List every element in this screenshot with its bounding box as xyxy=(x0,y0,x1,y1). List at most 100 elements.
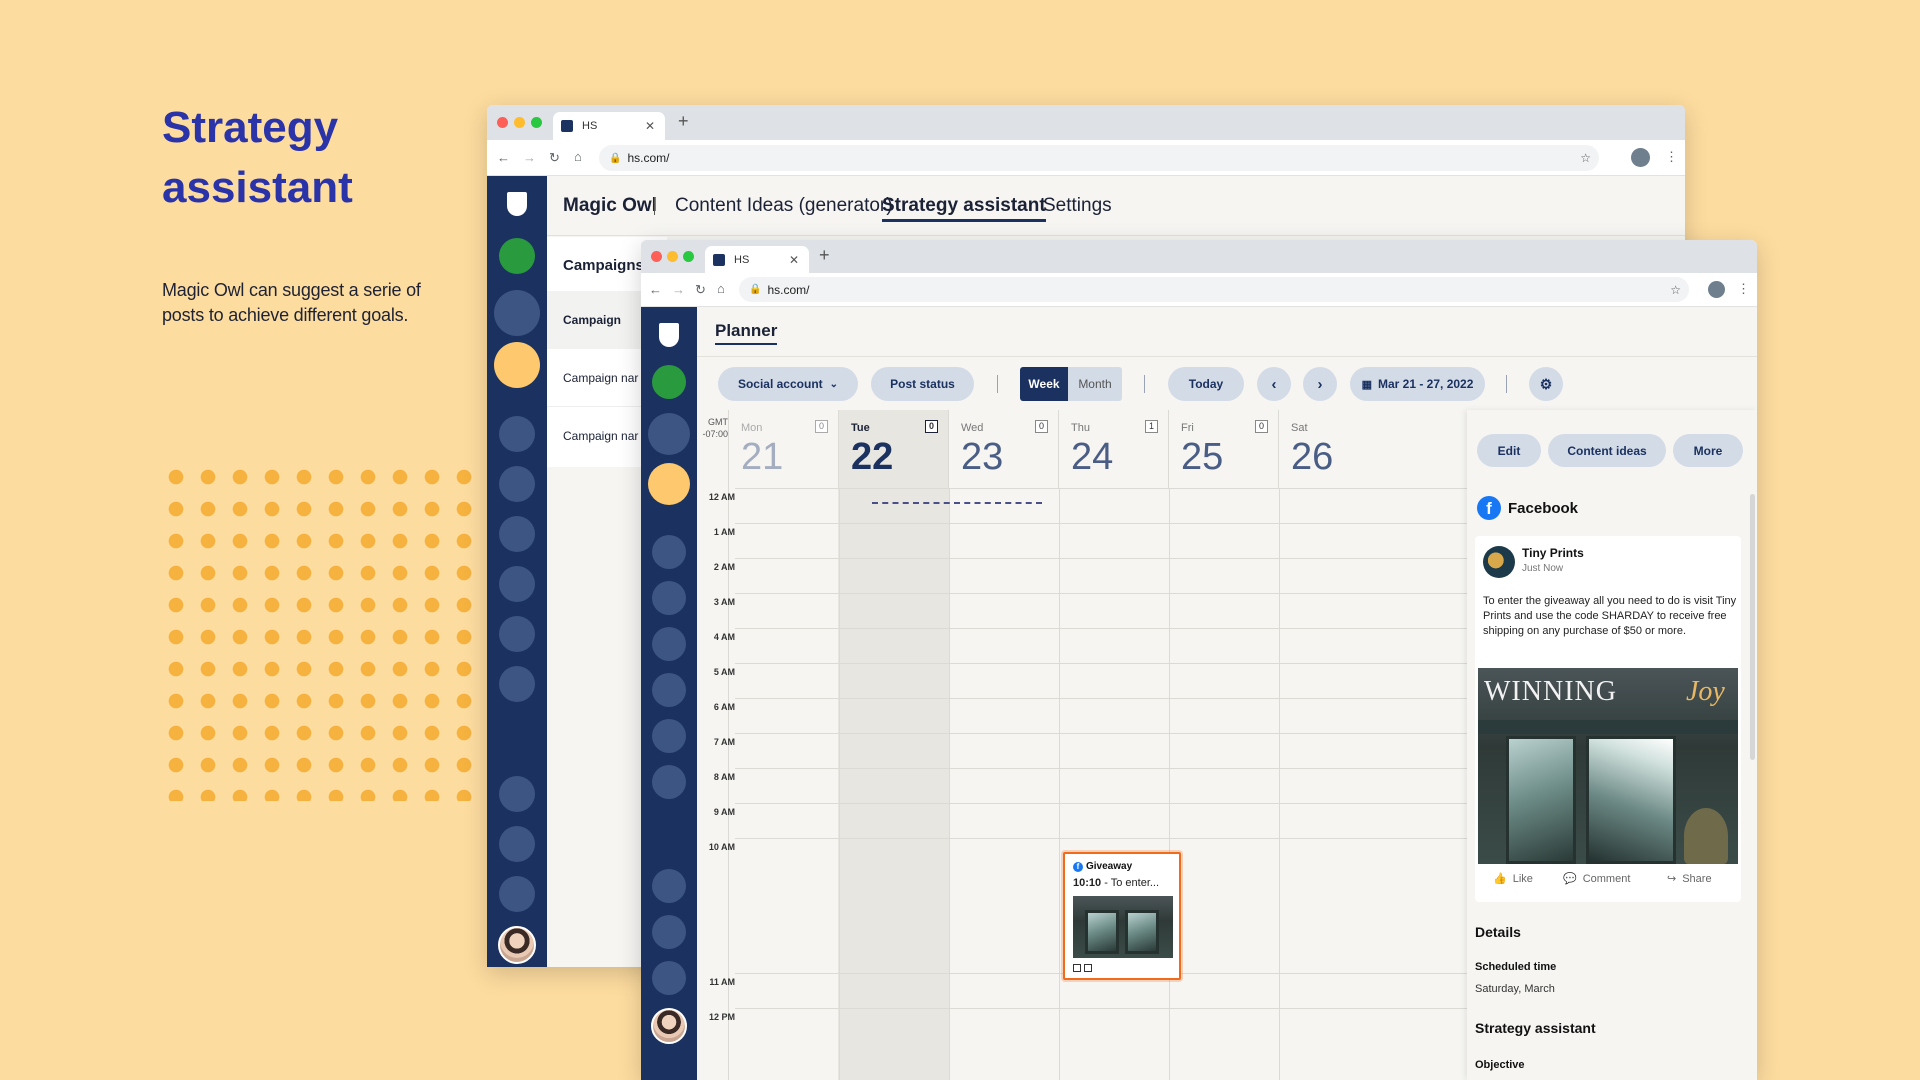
sidebar-nav-green[interactable] xyxy=(499,238,535,274)
close-dot[interactable] xyxy=(497,117,508,128)
front-tab[interactable]: HS ✕ xyxy=(705,246,809,273)
decorative-dot-grid xyxy=(160,461,480,801)
view-month-button[interactable]: Month xyxy=(1068,367,1122,401)
previous-week-button[interactable]: ‹ xyxy=(1257,367,1291,401)
sidebar-nav-yellow[interactable] xyxy=(494,342,540,388)
user-avatar[interactable] xyxy=(651,1008,687,1044)
sidebar-nav-item[interactable] xyxy=(499,566,535,602)
day-header-tue[interactable]: Tue 22 0 xyxy=(839,410,949,488)
gear-icon: ⚙ xyxy=(1539,375,1553,392)
menu-kebab-icon[interactable]: ⋮ xyxy=(1737,281,1750,297)
sidebar-nav-item[interactable] xyxy=(499,876,535,912)
sidebar-nav-item[interactable] xyxy=(494,290,540,336)
sidebar-nav-item[interactable] xyxy=(499,416,535,452)
sidebar-nav-item[interactable] xyxy=(652,673,686,707)
day-header-sat[interactable]: Sat 26 xyxy=(1279,410,1389,488)
maximize-dot[interactable] xyxy=(683,251,694,262)
day-number: 26 xyxy=(1291,436,1334,478)
sidebar-nav-item[interactable] xyxy=(652,961,686,995)
reload-icon[interactable]: ↻ xyxy=(695,282,706,298)
nav-settings[interactable]: Settings xyxy=(1043,195,1112,217)
date-range-picker[interactable]: ▦ Mar 21 - 27, 2022 xyxy=(1350,367,1485,401)
sidebar-nav-item[interactable] xyxy=(499,666,535,702)
edit-button[interactable]: Edit xyxy=(1477,434,1541,467)
back-arrow-icon[interactable]: ← xyxy=(649,282,662,297)
bookmark-star-icon[interactable]: ☆ xyxy=(1580,151,1591,165)
home-icon[interactable]: ⌂ xyxy=(574,149,582,164)
sidebar-nav-item[interactable] xyxy=(652,581,686,615)
share-icon: ↪ xyxy=(1667,873,1677,885)
sidebar-nav-item[interactable] xyxy=(652,535,686,569)
day-number: 24 xyxy=(1071,436,1114,478)
day-header-wed[interactable]: Wed 23 0 xyxy=(949,410,1059,488)
sidebar-nav-item[interactable] xyxy=(499,826,535,862)
day-header-thu[interactable]: Thu 24 1 xyxy=(1059,410,1169,488)
forward-arrow-icon[interactable]: → xyxy=(672,282,685,297)
day-number: 21 xyxy=(741,436,784,478)
home-icon[interactable]: ⌂ xyxy=(717,281,725,296)
sidebar-nav-item[interactable] xyxy=(652,915,686,949)
day-header-fri[interactable]: Fri 25 0 xyxy=(1169,410,1279,488)
front-url-field[interactable]: 🔒 hs.com/ ☆ xyxy=(739,277,1689,302)
like-action[interactable]: 👍 Like xyxy=(1493,872,1533,886)
minimize-dot[interactable] xyxy=(514,117,525,128)
sidebar-nav-item[interactable] xyxy=(652,719,686,753)
nav-content-ideas[interactable]: Content Ideas (generator) xyxy=(675,195,893,217)
like-label: Like xyxy=(1512,872,1533,885)
sidebar-nav-item[interactable] xyxy=(499,516,535,552)
hour-line xyxy=(735,558,1527,559)
panel-scrollbar[interactable] xyxy=(1750,494,1755,760)
back-tab[interactable]: HS ✕ xyxy=(553,112,665,140)
sidebar-nav-item[interactable] xyxy=(499,776,535,812)
profile-avatar-icon[interactable] xyxy=(1708,281,1725,298)
sidebar-nav-green[interactable] xyxy=(652,365,686,399)
next-week-button[interactable]: › xyxy=(1303,367,1337,401)
chevron-down-icon: ⌄ xyxy=(829,378,839,390)
close-dot[interactable] xyxy=(651,251,662,262)
sidebar-nav-item[interactable] xyxy=(648,413,690,455)
hour-line xyxy=(735,803,1527,804)
hour-line xyxy=(735,838,1527,839)
comment-action[interactable]: 💬 Comment xyxy=(1563,872,1631,886)
sidebar-nav-item[interactable] xyxy=(652,869,686,903)
back-url-field[interactable]: 🔒 hs.com/ ☆ xyxy=(599,145,1599,171)
scheduled-time-label: Scheduled time xyxy=(1475,961,1557,973)
sidebar-nav-item[interactable] xyxy=(499,466,535,502)
calendar-event-giveaway[interactable]: f Giveaway 10:10 - To enter... xyxy=(1063,852,1181,980)
calendar-settings-button[interactable]: ⚙ xyxy=(1529,367,1563,401)
day-header-mon[interactable]: Mon 21 0 xyxy=(729,410,839,488)
hour-line xyxy=(735,698,1527,699)
image-small-icon xyxy=(1084,964,1092,972)
new-tab-icon[interactable]: + xyxy=(678,111,689,132)
day-column-line xyxy=(1059,488,1060,1080)
today-button[interactable]: Today xyxy=(1168,367,1244,401)
close-tab-icon[interactable]: ✕ xyxy=(789,253,799,267)
reload-icon[interactable]: ↻ xyxy=(549,150,560,166)
comment-label: Comment xyxy=(1582,872,1631,885)
forward-arrow-icon[interactable]: → xyxy=(523,150,536,165)
nav-strategy-assistant[interactable]: Strategy assistant xyxy=(882,195,1046,222)
minimize-dot[interactable] xyxy=(667,251,678,262)
close-tab-icon[interactable]: ✕ xyxy=(645,119,655,133)
sidebar-nav-item[interactable] xyxy=(652,765,686,799)
view-week-button[interactable]: Week xyxy=(1020,367,1068,401)
current-time-indicator xyxy=(872,502,1042,504)
details-heading: Details xyxy=(1475,924,1521,940)
profile-avatar-icon[interactable] xyxy=(1631,148,1650,167)
bookmark-star-icon[interactable]: ☆ xyxy=(1670,283,1681,297)
content-ideas-button[interactable]: Content ideas xyxy=(1548,434,1666,467)
sidebar-nav-item[interactable] xyxy=(499,616,535,652)
post-status-filter[interactable]: Post status xyxy=(871,367,974,401)
menu-kebab-icon[interactable]: ⋮ xyxy=(1665,149,1678,165)
storefront-window-left xyxy=(1506,736,1576,864)
share-action[interactable]: ↪ Share xyxy=(1667,872,1712,886)
new-tab-icon[interactable]: + xyxy=(819,245,830,266)
user-avatar[interactable] xyxy=(498,926,536,964)
maximize-dot[interactable] xyxy=(531,117,542,128)
sidebar-nav-yellow[interactable] xyxy=(648,463,690,505)
social-account-dropdown[interactable]: Social account ⌄ xyxy=(718,367,858,401)
more-button[interactable]: More xyxy=(1673,434,1743,467)
sidebar-nav-item[interactable] xyxy=(652,627,686,661)
back-arrow-icon[interactable]: ← xyxy=(497,150,510,165)
day-column-line xyxy=(1279,488,1280,1080)
